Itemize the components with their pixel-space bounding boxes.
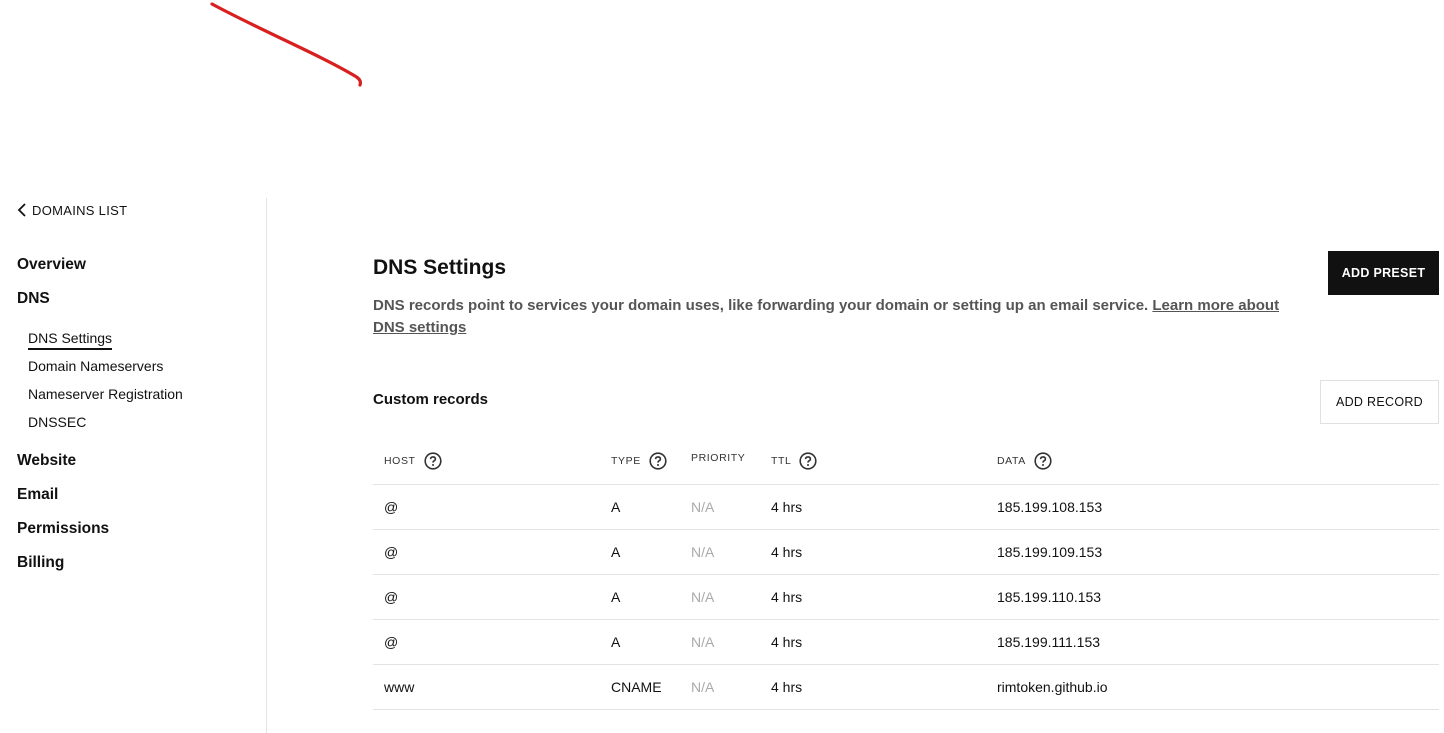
cell-ttl: 4 hrs (771, 589, 803, 605)
ttl-help-icon[interactable] (799, 452, 818, 470)
host-help-icon[interactable] (423, 452, 442, 470)
description-text: DNS records point to services your domai… (373, 297, 1149, 314)
header-data-label: DATA (997, 455, 1026, 467)
cell-host: @ (384, 634, 399, 650)
cell-data: rimtoken.github.io (997, 679, 1108, 695)
back-link-label: DOMAINS LIST (32, 202, 128, 218)
table-row[interactable]: @ A N/A 4 hrs 185.199.108.153 (373, 485, 1439, 530)
header-host-label: HOST (384, 455, 416, 467)
header-ttl-label: TTL (771, 455, 792, 467)
cell-host: @ (384, 544, 399, 560)
header-data: DATA (997, 452, 1052, 470)
header-type: TYPE (611, 452, 667, 470)
cell-ttl: 4 hrs (771, 679, 803, 695)
cell-ttl: 4 hrs (771, 544, 803, 560)
nav-website[interactable]: Website (17, 452, 76, 470)
table-row[interactable]: @ A N/A 4 hrs 185.199.110.153 (373, 575, 1439, 620)
cell-type: CNAME (611, 679, 662, 695)
cell-priority: N/A (691, 499, 715, 515)
cell-data: 185.199.108.153 (997, 499, 1103, 515)
table-row[interactable]: @ A N/A 4 hrs 185.199.111.153 (373, 620, 1439, 665)
nav-domain-nameservers[interactable]: Domain Nameservers (28, 358, 163, 374)
add-preset-button[interactable]: ADD PRESET (1328, 251, 1439, 295)
page-title: DNS Settings (373, 256, 507, 279)
cell-data: 185.199.109.153 (997, 544, 1103, 560)
cell-host: www (384, 679, 415, 695)
cell-priority: N/A (691, 589, 715, 605)
header-priority: PRIORITY (691, 452, 745, 464)
nav-nameserver-registration[interactable]: Nameserver Registration (28, 386, 183, 402)
header-ttl: TTL (771, 452, 818, 470)
table-row[interactable]: www CNAME N/A 4 hrs rimtoken.github.io (373, 665, 1439, 710)
page: DOMAINS LIST Overview DNS DNS Settings D… (0, 0, 1444, 733)
cell-priority: N/A (691, 679, 715, 695)
nav-dnssec[interactable]: DNSSEC (28, 414, 86, 430)
cell-host: @ (384, 589, 399, 605)
nav-billing[interactable]: Billing (17, 554, 64, 572)
cell-host: @ (384, 499, 399, 515)
nav-permissions[interactable]: Permissions (17, 520, 109, 538)
chevron-left-icon (17, 203, 26, 217)
add-record-button[interactable]: ADD RECORD (1320, 380, 1439, 424)
header-priority-label: PRIORITY (691, 452, 746, 464)
back-to-domains-link[interactable]: DOMAINS LIST (16, 202, 127, 218)
nav-email[interactable]: Email (17, 486, 58, 504)
cell-data: 185.199.111.153 (997, 634, 1101, 650)
cell-type: A (611, 499, 621, 515)
sidebar: DOMAINS LIST Overview DNS DNS Settings D… (0, 198, 267, 733)
table-row[interactable]: @ A N/A 4 hrs 185.199.109.153 (373, 530, 1439, 575)
cell-ttl: 4 hrs (771, 634, 803, 650)
data-help-icon[interactable] (1034, 452, 1052, 470)
cell-priority: N/A (691, 544, 715, 560)
header-type-label: TYPE (611, 455, 641, 467)
custom-records-title: Custom records (373, 391, 489, 408)
cell-priority: N/A (691, 634, 715, 650)
cell-type: A (611, 544, 621, 560)
type-help-icon[interactable] (649, 452, 667, 470)
dns-records-table: HOST TYPE PRIORITY TTL DATA @ A N/A 4 hr… (373, 440, 1439, 710)
header-host: HOST (384, 452, 442, 470)
cell-data: 185.199.110.153 (997, 589, 1102, 605)
table-header: HOST TYPE PRIORITY TTL DATA (373, 440, 1439, 485)
main-content: DNS Settings DNS records point to servic… (373, 0, 1444, 733)
nav-dns[interactable]: DNS (17, 290, 50, 308)
nav-dns-settings[interactable]: DNS Settings (28, 330, 113, 350)
cell-ttl: 4 hrs (771, 499, 803, 515)
page-description: DNS records point to services your domai… (373, 295, 1293, 339)
cell-type: A (611, 589, 621, 605)
nav-overview[interactable]: Overview (17, 256, 86, 274)
cell-type: A (611, 634, 621, 650)
